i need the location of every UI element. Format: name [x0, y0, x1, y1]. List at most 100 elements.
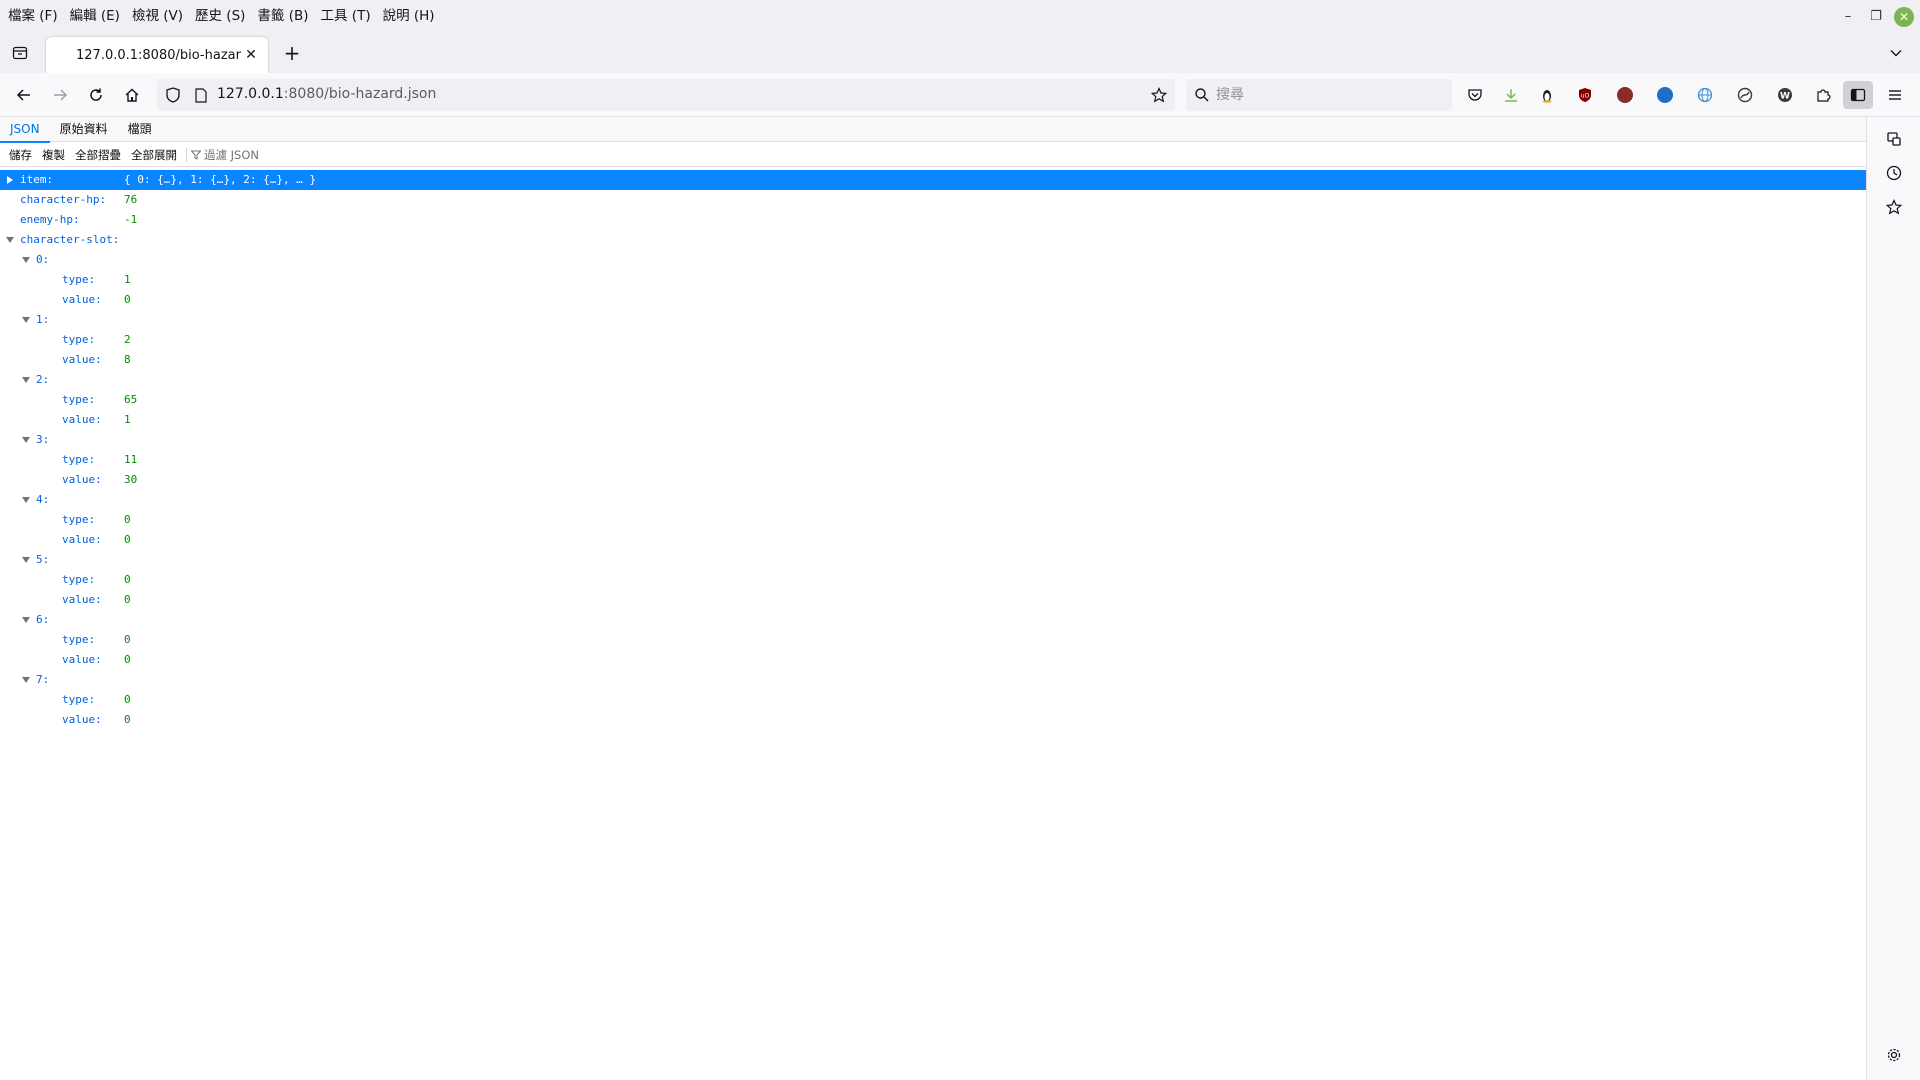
json-tree-row[interactable]: value: 0: [0, 290, 1866, 310]
copy-button[interactable]: 複製: [37, 143, 70, 167]
json-tree-row[interactable]: enemy-hp: -1: [0, 210, 1866, 230]
json-tree-row[interactable]: 5:: [0, 550, 1866, 570]
json-tree-row[interactable]: 1:: [0, 310, 1866, 330]
menu-tools[interactable]: 工具 (T): [315, 0, 377, 33]
window-controls: – ❐ ✕: [1834, 0, 1920, 33]
extension-red-icon: [1617, 87, 1633, 103]
json-tree-row[interactable]: type: 0: [0, 630, 1866, 650]
close-window-button[interactable]: ✕: [1894, 6, 1914, 27]
json-key: character-slot:: [20, 233, 120, 246]
json-tree-row[interactable]: value: 0: [0, 650, 1866, 670]
menu-bookmarks[interactable]: 書籤 (B): [251, 0, 314, 33]
home-icon: [125, 88, 139, 102]
json-tree-row[interactable]: value: 30: [0, 470, 1866, 490]
tab-close-button[interactable]: ✕: [242, 46, 260, 64]
json-tree-row[interactable]: 3:: [0, 430, 1866, 450]
tracking-protection-shield-icon[interactable]: [163, 85, 183, 105]
ublock-button[interactable]: uO: [1573, 83, 1597, 107]
sidebar-settings-button[interactable]: [1880, 1041, 1908, 1069]
json-tree-row[interactable]: 0:: [0, 250, 1866, 270]
json-tree: item: { 0: {…}, 1: {…}, 2: {…}, … } charac…: [0, 170, 1866, 730]
json-tree-row[interactable]: type: 2: [0, 330, 1866, 350]
json-tree-row[interactable]: value: 0: [0, 530, 1866, 550]
tab-raw-data[interactable]: 原始資料: [50, 117, 118, 142]
tux-extension-button[interactable]: [1535, 83, 1559, 107]
extension-swirl-button[interactable]: [1733, 83, 1757, 107]
json-tree-row[interactable]: type: 0: [0, 510, 1866, 530]
json-value: 0: [124, 293, 131, 306]
downloads-button[interactable]: [1499, 83, 1523, 107]
json-tree-row[interactable]: 7:: [0, 670, 1866, 690]
search-input[interactable]: [1216, 85, 1436, 105]
page-info-icon[interactable]: [191, 85, 211, 105]
filter-json-input[interactable]: [204, 147, 324, 162]
json-tree-row[interactable]: type: 0: [0, 570, 1866, 590]
json-value: 1: [124, 273, 131, 286]
json-tree-row[interactable]: item: { 0: {…}, 1: {…}, 2: {…}, … }: [0, 170, 1866, 190]
json-tree-row[interactable]: 2:: [0, 370, 1866, 390]
reload-button[interactable]: [82, 81, 110, 109]
app-menu-button[interactable]: [1883, 83, 1907, 107]
filter-icon: [191, 150, 201, 160]
json-value: 0: [124, 573, 131, 586]
sidebar-history-button[interactable]: [1880, 159, 1908, 187]
extensions-button[interactable]: [1811, 83, 1835, 107]
restore-button[interactable]: ❐: [1862, 0, 1890, 33]
collapse-arrow-icon[interactable]: [20, 670, 32, 690]
menu-history[interactable]: 歷史 (S): [189, 0, 251, 33]
collapse-arrow-icon[interactable]: [20, 250, 32, 270]
collapse-arrow-icon[interactable]: [20, 370, 32, 390]
extension-globe-button[interactable]: [1693, 83, 1717, 107]
sidebar-synced-tabs-button[interactable]: [1880, 125, 1908, 153]
json-tree-row[interactable]: value: 8: [0, 350, 1866, 370]
collapse-arrow-icon[interactable]: [20, 550, 32, 570]
gear-icon: [1887, 1048, 1901, 1062]
collapse-arrow-icon[interactable]: [20, 430, 32, 450]
triangle-down-icon: [22, 617, 30, 623]
save-button[interactable]: 儲存: [4, 143, 37, 167]
json-tree-row[interactable]: type: 0: [0, 690, 1866, 710]
menu-edit[interactable]: 編輯 (E): [64, 0, 126, 33]
bookmark-star-button[interactable]: [1149, 85, 1169, 105]
json-tree-row[interactable]: type: 1: [0, 270, 1866, 290]
tab-bio-hazard[interactable]: 127.0.0.1:8080/bio-hazard.json ✕: [46, 37, 268, 73]
extension-blue-globe-button[interactable]: [1653, 83, 1677, 107]
tab-json[interactable]: JSON: [0, 117, 50, 143]
tab-headers[interactable]: 檔頭: [118, 117, 162, 142]
new-tab-button[interactable]: +: [280, 41, 304, 65]
back-button[interactable]: [10, 81, 38, 109]
json-tree-row[interactable]: 6:: [0, 610, 1866, 630]
collapse-arrow-icon[interactable]: [4, 230, 16, 250]
json-tree-row[interactable]: value: 1: [0, 410, 1866, 430]
expand-arrow-icon[interactable]: [4, 170, 16, 190]
json-tree-row[interactable]: character-hp: 76: [0, 190, 1866, 210]
collapse-arrow-icon[interactable]: [20, 310, 32, 330]
json-tree-row[interactable]: value: 0: [0, 710, 1866, 730]
menu-help[interactable]: 說明 (H): [377, 0, 441, 33]
collapse-arrow-icon[interactable]: [20, 490, 32, 510]
menu-view[interactable]: 檢視 (V): [126, 0, 189, 33]
sidebar-toggle-button[interactable]: [1843, 81, 1873, 109]
collapse-all-button[interactable]: 全部摺疊: [70, 143, 126, 167]
home-button[interactable]: [118, 81, 146, 109]
json-tree-row[interactable]: 4:: [0, 490, 1866, 510]
json-tree-row[interactable]: type: 65: [0, 390, 1866, 410]
extension-red-button[interactable]: [1613, 83, 1637, 107]
search-bar[interactable]: [1186, 79, 1452, 111]
json-tree-row[interactable]: character-slot:: [0, 230, 1866, 250]
minimize-button[interactable]: –: [1834, 0, 1862, 33]
menu-file[interactable]: 檔案 (F): [2, 0, 64, 33]
expand-all-button[interactable]: 全部展開: [126, 143, 182, 167]
pocket-button[interactable]: [1463, 83, 1487, 107]
firefox-view-button[interactable]: [8, 41, 32, 65]
json-value: 0: [124, 593, 131, 606]
url-bar[interactable]: 127.0.0.1:8080/bio-hazard.json: [157, 79, 1175, 111]
json-tree-row[interactable]: value: 0: [0, 590, 1866, 610]
json-key: value:: [62, 413, 102, 426]
forward-button[interactable]: [46, 81, 74, 109]
collapse-arrow-icon[interactable]: [20, 610, 32, 630]
extension-w-button[interactable]: W: [1773, 83, 1797, 107]
json-tree-row[interactable]: type: 11: [0, 450, 1866, 470]
list-all-tabs-button[interactable]: [1884, 41, 1908, 65]
sidebar-bookmarks-button[interactable]: [1880, 193, 1908, 221]
